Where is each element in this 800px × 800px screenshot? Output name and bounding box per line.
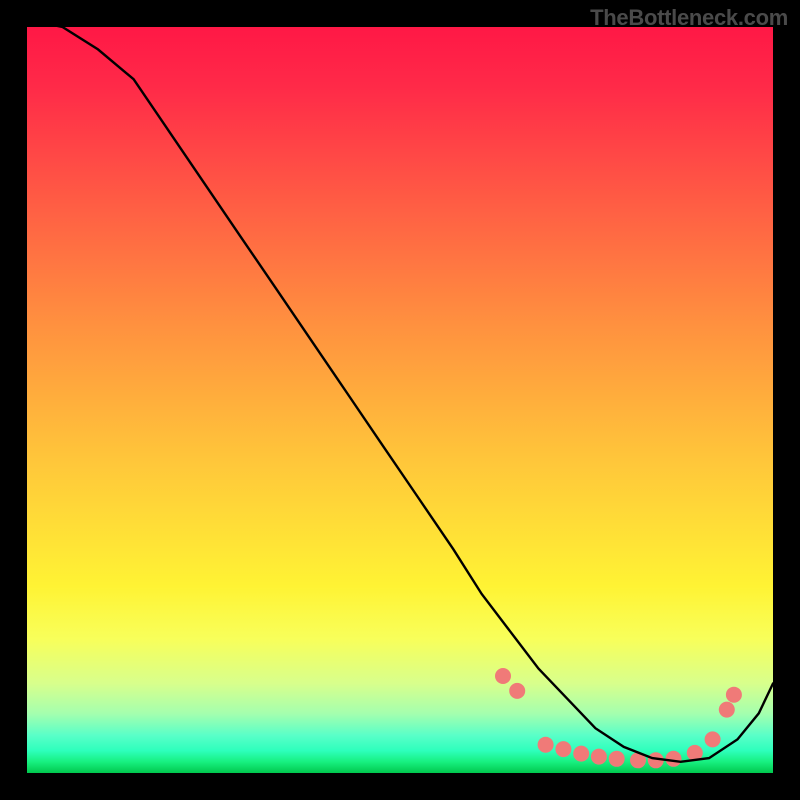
plot-area (27, 27, 773, 773)
marker-dot (705, 731, 721, 747)
marker-dot (555, 741, 571, 757)
marker-dot (538, 737, 554, 753)
chart-frame: TheBottleneck.com (0, 0, 800, 800)
marker-dot (666, 751, 682, 767)
chart-svg (27, 27, 773, 773)
marker-dot (726, 687, 742, 703)
marker-dot (591, 749, 607, 765)
marker-group (495, 668, 742, 768)
marker-dot (495, 668, 511, 684)
bottleneck-curve-path (27, 27, 773, 762)
marker-dot (509, 683, 525, 699)
marker-dot (719, 702, 735, 718)
watermark-text: TheBottleneck.com (590, 5, 788, 31)
marker-dot (609, 751, 625, 767)
marker-dot (573, 746, 589, 762)
